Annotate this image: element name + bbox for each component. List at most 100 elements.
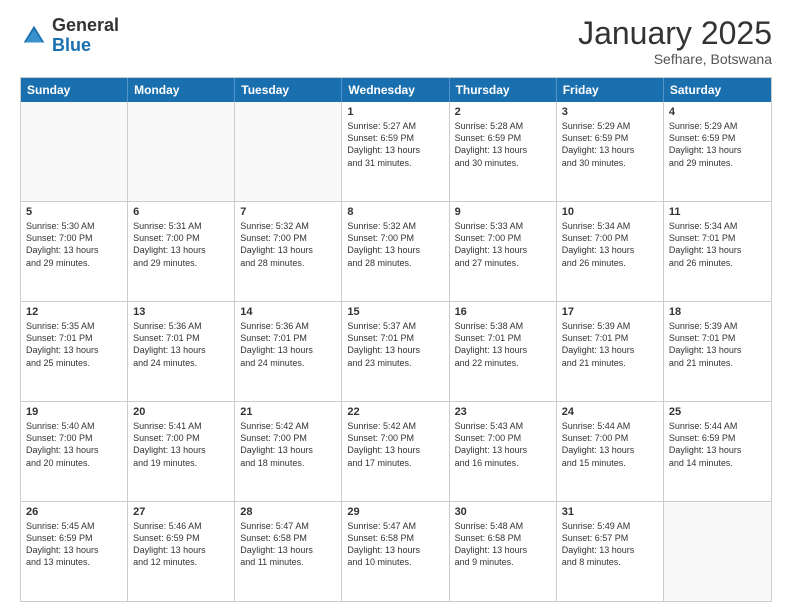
day-number: 5 bbox=[26, 206, 122, 218]
weekday-header-tuesday: Tuesday bbox=[235, 78, 342, 102]
cal-cell: 12 Sunrise: 5:35 AM Sunset: 7:01 PM Dayli… bbox=[21, 302, 128, 401]
day-number: 13 bbox=[133, 306, 229, 318]
cal-cell: 11 Sunrise: 5:34 AM Sunset: 7:01 PM Dayli… bbox=[664, 202, 771, 301]
week-row-5: 26 Sunrise: 5:45 AM Sunset: 6:59 PM Dayli… bbox=[21, 501, 771, 601]
cal-cell: 20 Sunrise: 5:41 AM Sunset: 7:00 PM Dayli… bbox=[128, 402, 235, 501]
calendar-body: 1 Sunrise: 5:27 AM Sunset: 6:59 PM Daylig… bbox=[21, 102, 771, 601]
cal-cell: 5 Sunrise: 5:30 AM Sunset: 7:00 PM Daylig… bbox=[21, 202, 128, 301]
day-info: Sunrise: 5:48 AM Sunset: 6:58 PM Dayligh… bbox=[455, 520, 551, 569]
cal-cell: 25 Sunrise: 5:44 AM Sunset: 6:59 PM Dayli… bbox=[664, 402, 771, 501]
title-block: January 2025 Sefhare, Botswana bbox=[578, 16, 772, 67]
day-info: Sunrise: 5:47 AM Sunset: 6:58 PM Dayligh… bbox=[347, 520, 443, 569]
cal-cell: 28 Sunrise: 5:47 AM Sunset: 6:58 PM Dayli… bbox=[235, 502, 342, 601]
cal-cell: 15Sunrise: 5:37 AM Sunset: 7:01 PM Dayli… bbox=[342, 302, 449, 401]
logo-text: General Blue bbox=[52, 16, 119, 56]
day-info: Sunrise: 5:30 AM Sunset: 7:00 PM Dayligh… bbox=[26, 220, 122, 269]
day-info: Sunrise: 5:35 AM Sunset: 7:01 PM Dayligh… bbox=[26, 320, 122, 369]
day-number: 31 bbox=[562, 506, 658, 518]
week-row-4: 19Sunrise: 5:40 AM Sunset: 7:00 PM Dayli… bbox=[21, 401, 771, 501]
day-number: 16 bbox=[455, 306, 551, 318]
weekday-header-wednesday: Wednesday bbox=[342, 78, 449, 102]
week-row-1: 1 Sunrise: 5:27 AM Sunset: 6:59 PM Daylig… bbox=[21, 102, 771, 201]
cal-cell bbox=[128, 102, 235, 201]
day-info: Sunrise: 5:47 AM Sunset: 6:58 PM Dayligh… bbox=[240, 520, 336, 569]
day-number: 30 bbox=[455, 506, 551, 518]
day-info: Sunrise: 5:49 AM Sunset: 6:57 PM Dayligh… bbox=[562, 520, 658, 569]
day-number: 25 bbox=[669, 406, 766, 418]
day-info: Sunrise: 5:28 AM Sunset: 6:59 PM Dayligh… bbox=[455, 120, 551, 169]
cal-cell: 8Sunrise: 5:32 AM Sunset: 7:00 PM Daylig… bbox=[342, 202, 449, 301]
cal-cell: 14Sunrise: 5:36 AM Sunset: 7:01 PM Dayli… bbox=[235, 302, 342, 401]
day-number: 20 bbox=[133, 406, 229, 418]
day-info: Sunrise: 5:38 AM Sunset: 7:01 PM Dayligh… bbox=[455, 320, 551, 369]
logo: General Blue bbox=[20, 16, 119, 56]
weekday-header-thursday: Thursday bbox=[450, 78, 557, 102]
cal-cell: 29 Sunrise: 5:47 AM Sunset: 6:58 PM Dayli… bbox=[342, 502, 449, 601]
day-number: 6 bbox=[133, 206, 229, 218]
day-number: 29 bbox=[347, 506, 443, 518]
page: General Blue January 2025 Sefhare, Botsw… bbox=[0, 0, 792, 612]
month-title: January 2025 bbox=[578, 16, 772, 51]
cal-cell: 3Sunrise: 5:29 AM Sunset: 6:59 PM Daylig… bbox=[557, 102, 664, 201]
cal-cell bbox=[664, 502, 771, 601]
cal-cell: 27Sunrise: 5:46 AM Sunset: 6:59 PM Dayli… bbox=[128, 502, 235, 601]
cal-cell: 22 Sunrise: 5:42 AM Sunset: 7:00 PM Dayli… bbox=[342, 402, 449, 501]
day-number: 2 bbox=[455, 106, 551, 118]
day-number: 28 bbox=[240, 506, 336, 518]
day-number: 24 bbox=[562, 406, 658, 418]
cal-cell: 1 Sunrise: 5:27 AM Sunset: 6:59 PM Daylig… bbox=[342, 102, 449, 201]
day-info: Sunrise: 5:36 AM Sunset: 7:01 PM Dayligh… bbox=[133, 320, 229, 369]
day-number: 11 bbox=[669, 206, 766, 218]
day-info: Sunrise: 5:27 AM Sunset: 6:59 PM Dayligh… bbox=[347, 120, 443, 169]
day-info: Sunrise: 5:34 AM Sunset: 7:01 PM Dayligh… bbox=[669, 220, 766, 269]
day-number: 4 bbox=[669, 106, 766, 118]
day-info: Sunrise: 5:39 AM Sunset: 7:01 PM Dayligh… bbox=[562, 320, 658, 369]
cal-cell: 2 Sunrise: 5:28 AM Sunset: 6:59 PM Daylig… bbox=[450, 102, 557, 201]
cal-cell bbox=[21, 102, 128, 201]
cal-cell: 31 Sunrise: 5:49 AM Sunset: 6:57 PM Dayli… bbox=[557, 502, 664, 601]
cal-cell: 7 Sunrise: 5:32 AM Sunset: 7:00 PM Daylig… bbox=[235, 202, 342, 301]
week-row-2: 5 Sunrise: 5:30 AM Sunset: 7:00 PM Daylig… bbox=[21, 201, 771, 301]
day-info: Sunrise: 5:43 AM Sunset: 7:00 PM Dayligh… bbox=[455, 420, 551, 469]
day-info: Sunrise: 5:39 AM Sunset: 7:01 PM Dayligh… bbox=[669, 320, 766, 369]
day-number: 12 bbox=[26, 306, 122, 318]
day-number: 23 bbox=[455, 406, 551, 418]
cal-cell: 30 Sunrise: 5:48 AM Sunset: 6:58 PM Dayli… bbox=[450, 502, 557, 601]
location: Sefhare, Botswana bbox=[578, 51, 772, 67]
cal-cell: 18Sunrise: 5:39 AM Sunset: 7:01 PM Dayli… bbox=[664, 302, 771, 401]
day-info: Sunrise: 5:32 AM Sunset: 7:00 PM Dayligh… bbox=[347, 220, 443, 269]
day-number: 22 bbox=[347, 406, 443, 418]
weekday-header-sunday: Sunday bbox=[21, 78, 128, 102]
weekday-header-friday: Friday bbox=[557, 78, 664, 102]
cal-cell bbox=[235, 102, 342, 201]
logo-blue-text: Blue bbox=[52, 35, 91, 55]
calendar: SundayMondayTuesdayWednesdayThursdayFrid… bbox=[20, 77, 772, 602]
day-info: Sunrise: 5:42 AM Sunset: 7:00 PM Dayligh… bbox=[347, 420, 443, 469]
week-row-3: 12 Sunrise: 5:35 AM Sunset: 7:01 PM Dayli… bbox=[21, 301, 771, 401]
day-number: 27 bbox=[133, 506, 229, 518]
day-number: 15 bbox=[347, 306, 443, 318]
logo-general-text: General bbox=[52, 15, 119, 35]
weekday-header-saturday: Saturday bbox=[664, 78, 771, 102]
day-number: 9 bbox=[455, 206, 551, 218]
day-number: 26 bbox=[26, 506, 122, 518]
cal-cell: 17Sunrise: 5:39 AM Sunset: 7:01 PM Dayli… bbox=[557, 302, 664, 401]
day-number: 7 bbox=[240, 206, 336, 218]
day-info: Sunrise: 5:44 AM Sunset: 6:59 PM Dayligh… bbox=[669, 420, 766, 469]
day-info: Sunrise: 5:32 AM Sunset: 7:00 PM Dayligh… bbox=[240, 220, 336, 269]
day-info: Sunrise: 5:45 AM Sunset: 6:59 PM Dayligh… bbox=[26, 520, 122, 569]
day-number: 1 bbox=[347, 106, 443, 118]
cal-cell: 24Sunrise: 5:44 AM Sunset: 7:00 PM Dayli… bbox=[557, 402, 664, 501]
day-info: Sunrise: 5:42 AM Sunset: 7:00 PM Dayligh… bbox=[240, 420, 336, 469]
cal-cell: 19Sunrise: 5:40 AM Sunset: 7:00 PM Dayli… bbox=[21, 402, 128, 501]
day-info: Sunrise: 5:40 AM Sunset: 7:00 PM Dayligh… bbox=[26, 420, 122, 469]
day-info: Sunrise: 5:36 AM Sunset: 7:01 PM Dayligh… bbox=[240, 320, 336, 369]
weekday-header-monday: Monday bbox=[128, 78, 235, 102]
day-info: Sunrise: 5:31 AM Sunset: 7:00 PM Dayligh… bbox=[133, 220, 229, 269]
day-info: Sunrise: 5:34 AM Sunset: 7:00 PM Dayligh… bbox=[562, 220, 658, 269]
day-info: Sunrise: 5:41 AM Sunset: 7:00 PM Dayligh… bbox=[133, 420, 229, 469]
day-number: 3 bbox=[562, 106, 658, 118]
header: General Blue January 2025 Sefhare, Botsw… bbox=[20, 16, 772, 67]
cal-cell: 10Sunrise: 5:34 AM Sunset: 7:00 PM Dayli… bbox=[557, 202, 664, 301]
cal-cell: 26 Sunrise: 5:45 AM Sunset: 6:59 PM Dayli… bbox=[21, 502, 128, 601]
